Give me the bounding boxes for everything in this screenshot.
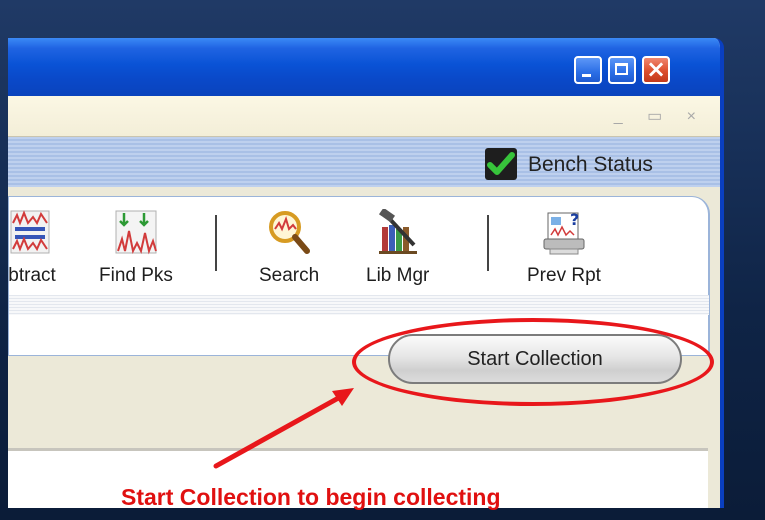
annotation-caption: Start Collection to begin collecting — [121, 484, 501, 510]
annotation-arrow — [213, 388, 354, 469]
